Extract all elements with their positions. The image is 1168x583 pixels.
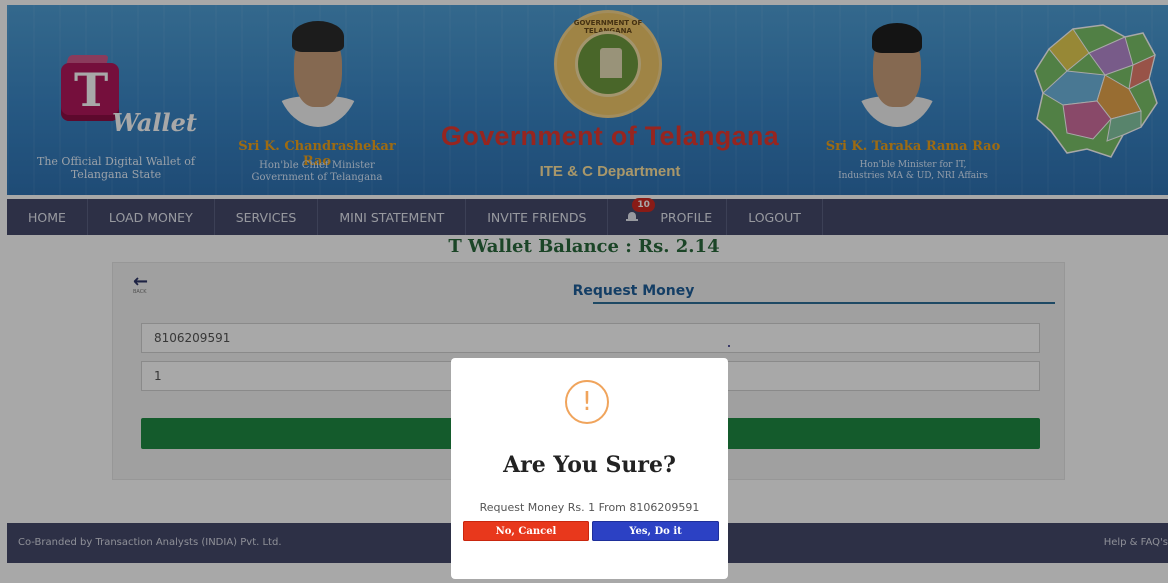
dialog-message: Request Money Rs. 1 From 8106209591 bbox=[479, 501, 700, 514]
cancel-button[interactable]: No, Cancel bbox=[463, 521, 589, 541]
dialog-title: Are You Sure? bbox=[503, 452, 676, 478]
exclamation-icon: ! bbox=[565, 380, 609, 424]
confirm-dialog: ! Are You Sure? Request Money Rs. 1 From… bbox=[451, 358, 728, 579]
confirm-button[interactable]: Yes, Do it bbox=[592, 521, 719, 541]
